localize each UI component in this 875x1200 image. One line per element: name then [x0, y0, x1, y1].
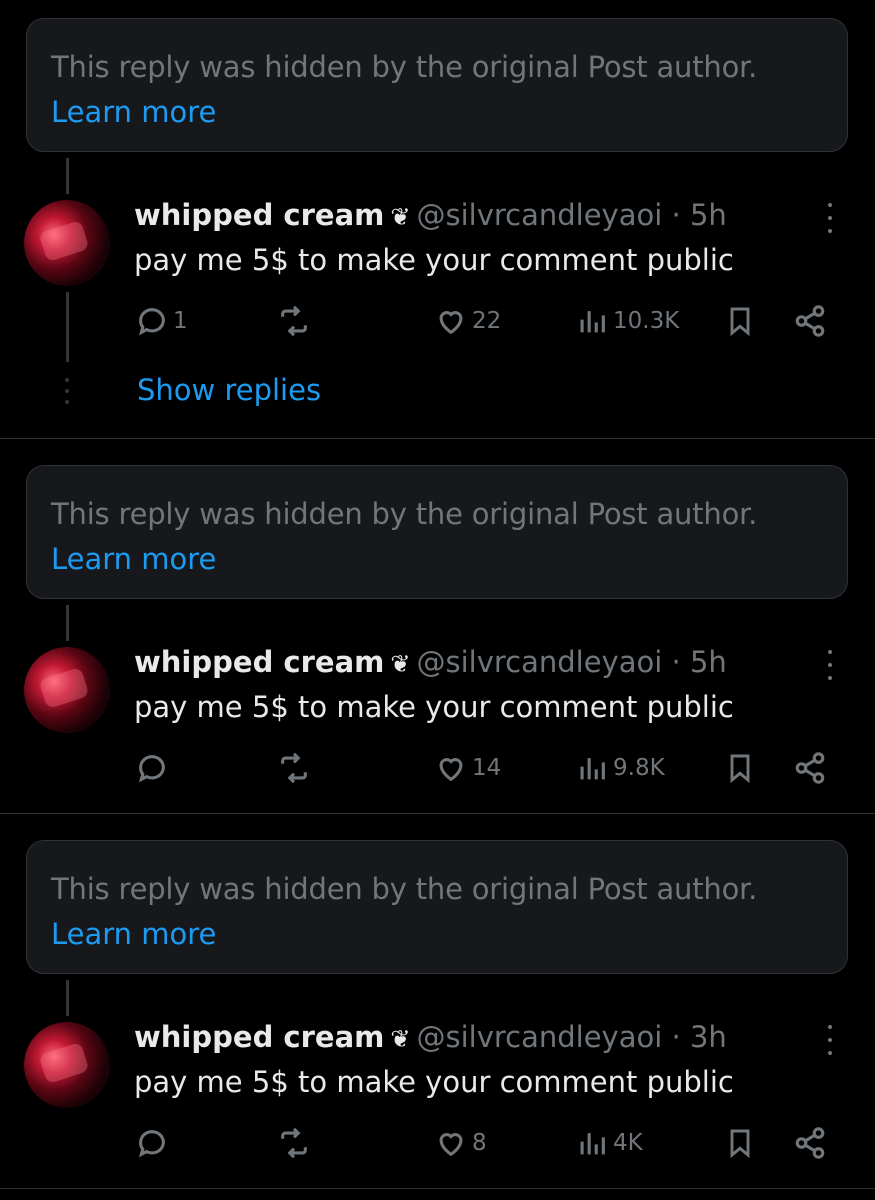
bookmark-icon [730, 307, 750, 337]
reply-icon [138, 755, 165, 783]
avatar[interactable] [24, 1022, 110, 1108]
user-handle[interactable]: @silvrcandleyaoi [416, 1020, 662, 1054]
post-header: whipped cream ❦ @silvrcandleyaoi · 5h [134, 645, 727, 679]
heart-icon [439, 311, 463, 335]
repost-button[interactable] [276, 304, 312, 338]
thread-connector [66, 605, 69, 641]
show-replies-link[interactable]: Show replies [137, 373, 321, 407]
bookmark-icon [730, 754, 750, 784]
share-icon [795, 752, 825, 784]
like-count: 22 [472, 308, 502, 334]
more-options-icon[interactable] [820, 203, 840, 233]
views-button[interactable]: 10.3K [575, 304, 679, 338]
post-time[interactable]: · 3h [672, 1020, 727, 1054]
views-count: 9.8K [613, 755, 665, 781]
avatar[interactable] [24, 200, 110, 286]
avatar[interactable] [24, 647, 110, 733]
learn-more-link[interactable]: Learn more [51, 95, 216, 129]
views-count: 10.3K [613, 308, 680, 334]
views-count: 4K [613, 1130, 643, 1156]
like-count: 8 [472, 1130, 487, 1156]
hidden-reply-notice: This reply was hidden by the original Po… [26, 465, 848, 599]
views-button[interactable]: 9.8K [575, 751, 665, 785]
heart-icon [439, 1133, 463, 1157]
like-button[interactable]: 14 [434, 751, 501, 785]
repost-icon [281, 752, 307, 784]
action-bar: 14 9.8K [0, 751, 875, 791]
learn-more-link[interactable]: Learn more [51, 542, 216, 576]
thread-more-dots [64, 378, 70, 404]
post-text: pay me 5$ to make your comment public [134, 243, 734, 277]
divider [0, 1188, 875, 1189]
post-text: pay me 5$ to make your comment public [134, 690, 734, 724]
repost-button[interactable] [276, 751, 312, 785]
post-time[interactable]: · 5h [672, 645, 727, 679]
like-count: 14 [472, 755, 502, 781]
views-icon [580, 1133, 605, 1155]
thread-connector [66, 980, 69, 1016]
share-icon [795, 305, 825, 337]
action-bar: 1 22 10.3K [0, 304, 875, 344]
more-options-icon[interactable] [820, 650, 840, 680]
bookmark-icon [730, 1129, 750, 1159]
hidden-reply-text: This reply was hidden by the original Po… [51, 497, 758, 531]
thread-connector [66, 158, 69, 194]
like-button[interactable]: 22 [434, 304, 501, 338]
post-header: whipped cream ❦ @silvrcandleyaoi · 3h [134, 1020, 727, 1054]
post-time[interactable]: · 5h [672, 198, 727, 232]
user-handle[interactable]: @silvrcandleyaoi [416, 645, 662, 679]
bookmark-button[interactable] [724, 304, 756, 338]
reply-button[interactable] [135, 1126, 173, 1160]
like-button[interactable]: 8 [434, 1126, 487, 1160]
learn-more-link[interactable]: Learn more [51, 917, 216, 951]
divider [0, 813, 875, 814]
post-header: whipped cream ❦ @silvrcandleyaoi · 5h [134, 198, 727, 232]
share-icon [795, 1127, 825, 1159]
hidden-reply-text: This reply was hidden by the original Po… [51, 50, 758, 84]
hidden-reply-notice: This reply was hidden by the original Po… [26, 18, 848, 152]
share-button[interactable] [793, 304, 827, 338]
heart-icon [439, 758, 463, 782]
more-options-icon[interactable] [820, 1025, 840, 1055]
rose-badge-icon: ❦ [390, 650, 411, 678]
reply-count: 1 [173, 308, 188, 334]
reply-button[interactable]: 1 [135, 304, 188, 338]
repost-icon [281, 1127, 307, 1159]
views-icon [580, 758, 605, 780]
share-button[interactable] [793, 751, 827, 785]
views-button[interactable]: 4K [575, 1126, 643, 1160]
share-button[interactable] [793, 1126, 827, 1160]
repost-icon [281, 305, 307, 337]
repost-button[interactable] [276, 1126, 312, 1160]
bookmark-button[interactable] [724, 1126, 756, 1160]
display-name[interactable]: whipped cream [134, 1020, 384, 1054]
reply-button[interactable] [135, 751, 173, 785]
reply-icon [138, 308, 165, 336]
action-bar: 8 4K [0, 1126, 875, 1166]
bookmark-button[interactable] [724, 751, 756, 785]
display-name[interactable]: whipped cream [134, 198, 384, 232]
display-name[interactable]: whipped cream [134, 645, 384, 679]
hidden-reply-text: This reply was hidden by the original Po… [51, 872, 758, 906]
rose-badge-icon: ❦ [390, 203, 411, 231]
post-text: pay me 5$ to make your comment public [134, 1065, 734, 1099]
user-handle[interactable]: @silvrcandleyaoi [416, 198, 662, 232]
views-icon [580, 311, 605, 333]
reply-icon [138, 1130, 165, 1158]
hidden-reply-notice: This reply was hidden by the original Po… [26, 840, 848, 974]
divider [0, 438, 875, 439]
rose-badge-icon: ❦ [390, 1025, 411, 1053]
